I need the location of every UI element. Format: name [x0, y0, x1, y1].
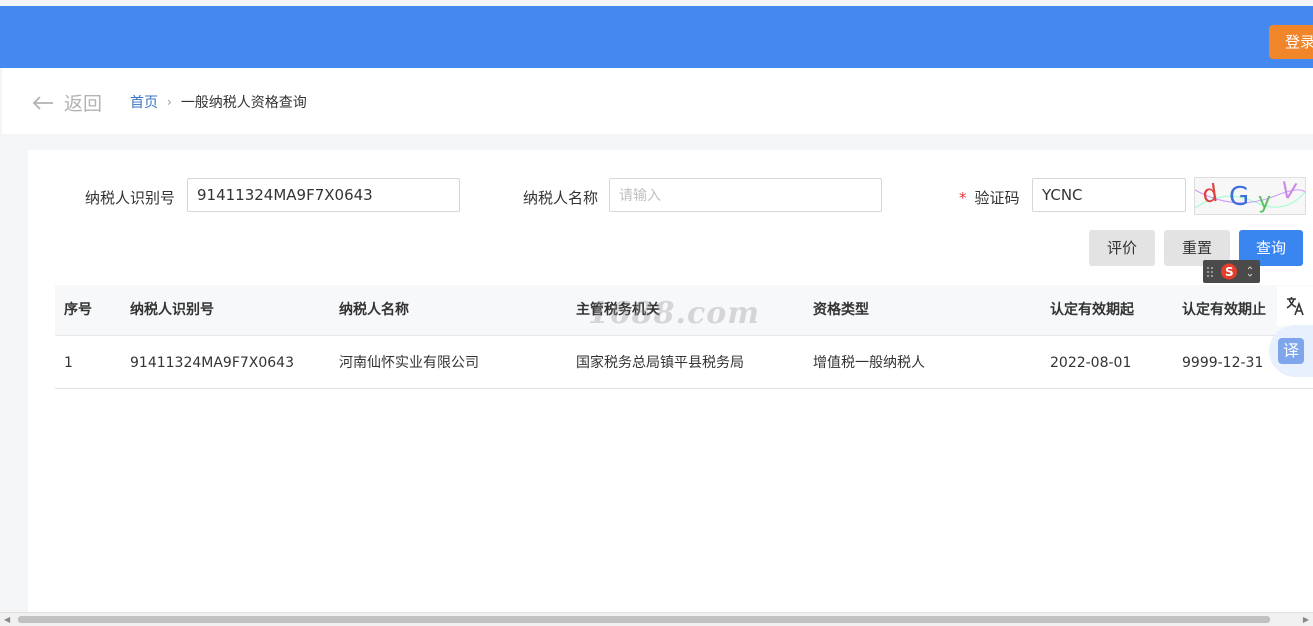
table-row: 1 91411324MA9F7X0643 河南仙怀实业有限公司 国家税务总局镇平…	[55, 336, 1313, 389]
required-mark: *	[959, 189, 967, 207]
translate-icon	[1286, 297, 1304, 316]
back-link[interactable]: 返回	[32, 89, 102, 116]
back-label: 返回	[64, 93, 103, 115]
cell-tax-authority: 国家税务总局镇平县税务局	[576, 355, 744, 371]
ime-toolbar[interactable]: S	[1203, 260, 1260, 283]
cell-taxpayer-name: 河南仙怀实业有限公司	[339, 355, 479, 371]
top-header-bar: 登录	[0, 6, 1313, 68]
cell-index: 1	[64, 355, 73, 371]
rate-button[interactable]: 评价	[1089, 230, 1155, 266]
horizontal-scrollbar[interactable]: ◀ ▶	[0, 612, 1313, 626]
svg-text:d: d	[1201, 179, 1220, 209]
breadcrumb-current: 一般纳税人资格查询	[180, 95, 307, 111]
breadcrumb-home-link[interactable]: 首页	[130, 92, 158, 112]
cell-valid-from: 2022-08-01	[1050, 355, 1132, 371]
breadcrumb-bar: 返回 首页 › 一般纳税人资格查询	[2, 68, 1313, 134]
col-header-qualification-type: 资格类型	[813, 302, 869, 318]
cell-valid-to: 9999-12-31	[1182, 355, 1264, 371]
translate-tool-button[interactable]	[1277, 286, 1313, 326]
col-header-taxpayer-id: 纳税人识别号	[130, 302, 214, 318]
col-header-taxpayer-name: 纳税人名称	[339, 302, 409, 318]
taxpayer-id-label: 纳税人识别号	[85, 189, 176, 207]
scroll-left-icon[interactable]: ◀	[4, 615, 10, 624]
svg-text:y: y	[1258, 189, 1271, 214]
taxpayer-id-input[interactable]	[187, 178, 460, 212]
svg-text:S: S	[1225, 265, 1234, 279]
captcha-input[interactable]	[1032, 178, 1186, 212]
cell-qualification-type: 增值税一般纳税人	[813, 355, 925, 371]
scrollbar-thumb[interactable]	[18, 616, 1270, 623]
translate-float-label: 译	[1278, 338, 1304, 364]
scroll-right-icon[interactable]: ▶	[1303, 615, 1309, 624]
captcha-label: 验证码	[974, 189, 1020, 207]
col-header-valid-to: 认定有效期止	[1182, 302, 1266, 318]
chevron-right-icon: ›	[167, 95, 172, 109]
watermark-text: 1688.com	[588, 296, 760, 331]
taxpayer-name-input[interactable]	[609, 178, 882, 212]
taxpayer-name-label: 纳税人名称	[523, 189, 599, 207]
arrow-left-icon	[32, 95, 53, 110]
translate-float-button[interactable]: 译	[1269, 325, 1313, 377]
login-button[interactable]: 登录	[1269, 25, 1313, 59]
col-header-valid-from: 认定有效期起	[1050, 302, 1134, 318]
breadcrumb: 首页 › 一般纳税人资格查询	[130, 92, 307, 112]
captcha-image[interactable]: d G y V	[1194, 177, 1308, 215]
svg-text:G: G	[1229, 182, 1249, 212]
captcha-label-group: * 验证码	[959, 187, 1020, 208]
col-header-index: 序号	[64, 302, 92, 318]
cell-taxpayer-id: 91411324MA9F7X0643	[130, 355, 295, 371]
